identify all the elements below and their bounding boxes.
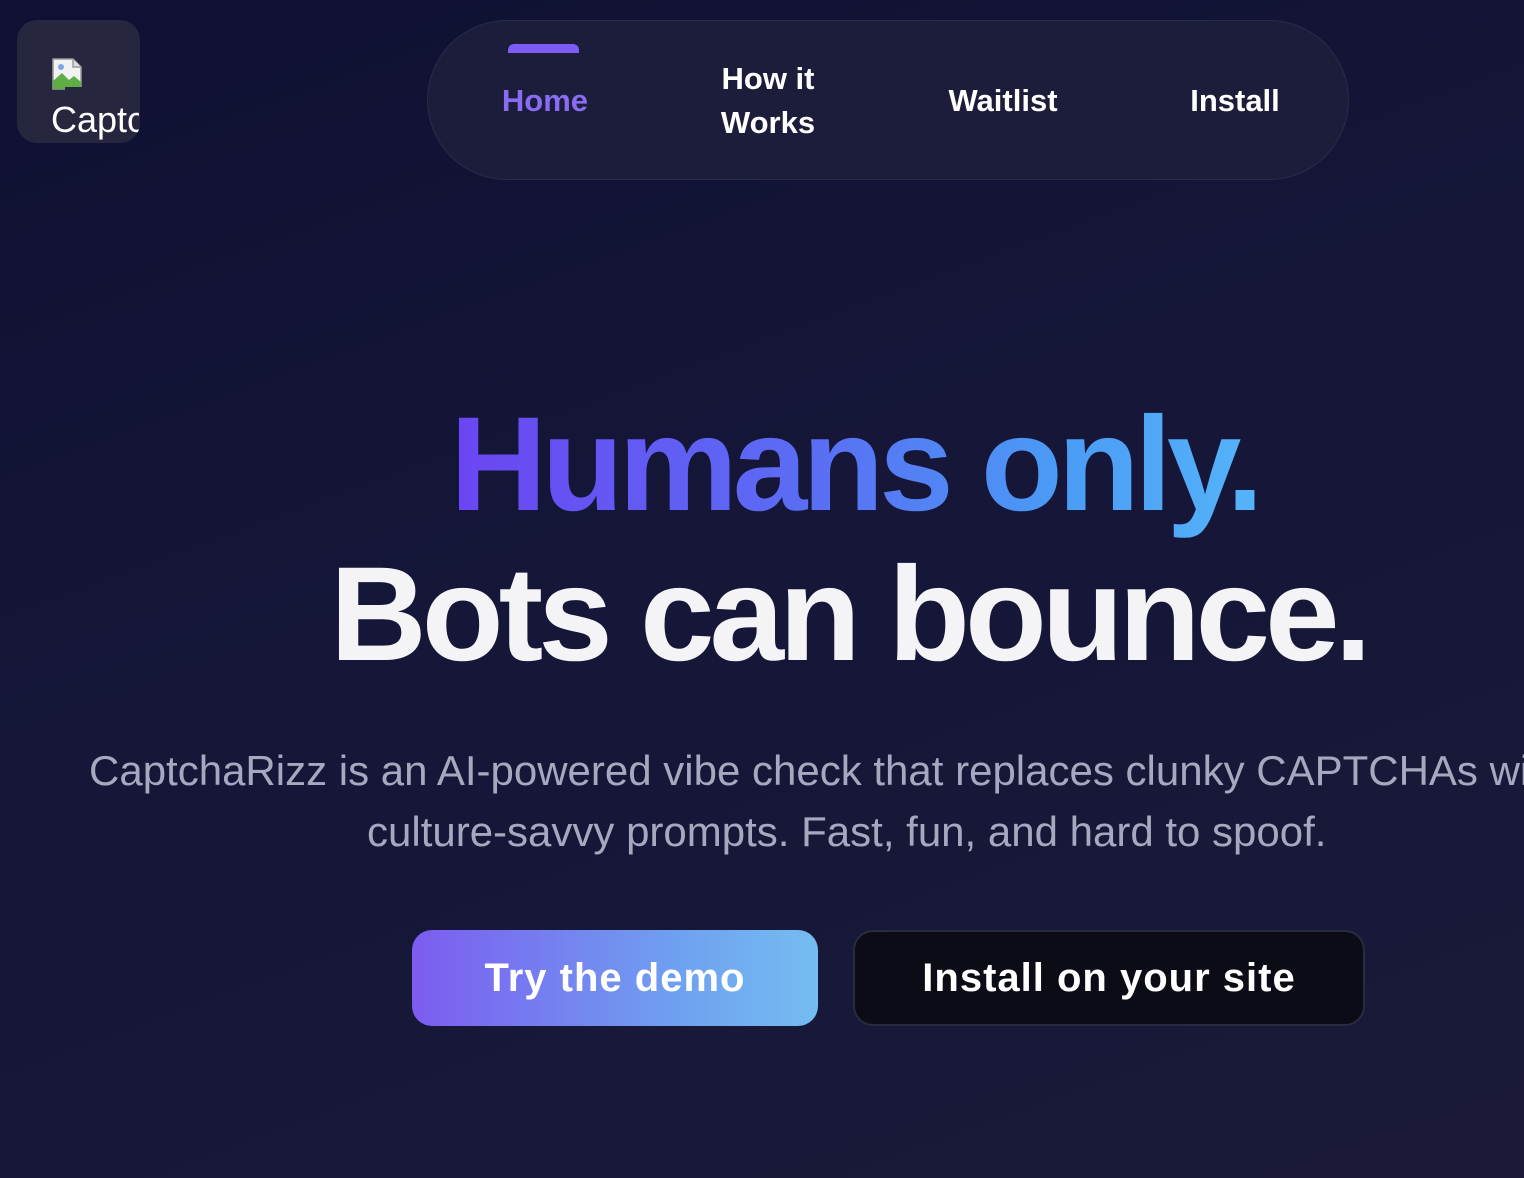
hero-subtitle-line1: CaptchaRizz is an AI-powered vibe check …	[89, 747, 1524, 794]
nav-item-how-label-line2: Works	[720, 105, 816, 140]
install-on-site-button-label: Install on your site	[922, 955, 1296, 1000]
main-nav: Home How it Works Waitlist Install	[427, 20, 1349, 180]
try-demo-button[interactable]: Try the demo	[412, 930, 818, 1026]
hero-headline-line1: Humans only.	[450, 390, 1264, 539]
nav-item-how-label-line1: How it	[721, 61, 815, 96]
logo[interactable]: CaptchaRizz	[17, 20, 140, 143]
hero-subtitle: CaptchaRizz is an AI-powered vibe check …	[89, 740, 1524, 862]
nav-item-install[interactable]: Install	[1170, 21, 1300, 181]
logo-alt-text: CaptchaRizz	[51, 100, 139, 140]
install-on-site-button[interactable]: Install on your site	[853, 930, 1365, 1026]
hero-subtitle-line2: culture-savvy prompts. Fast, fun, and ha…	[367, 808, 1327, 855]
try-demo-button-label: Try the demo	[484, 955, 746, 1000]
nav-item-install-label: Install	[1190, 83, 1280, 118]
nav-item-waitlist[interactable]: Waitlist	[928, 21, 1078, 181]
broken-image-icon	[52, 58, 85, 91]
nav-item-waitlist-label: Waitlist	[948, 83, 1058, 118]
nav-item-home[interactable]: Home	[480, 21, 610, 181]
hero-headline-line2: Bots can bounce.	[330, 540, 1372, 689]
nav-item-home-label: Home	[501, 83, 589, 118]
nav-item-how-it-works[interactable]: How it Works	[708, 21, 828, 181]
